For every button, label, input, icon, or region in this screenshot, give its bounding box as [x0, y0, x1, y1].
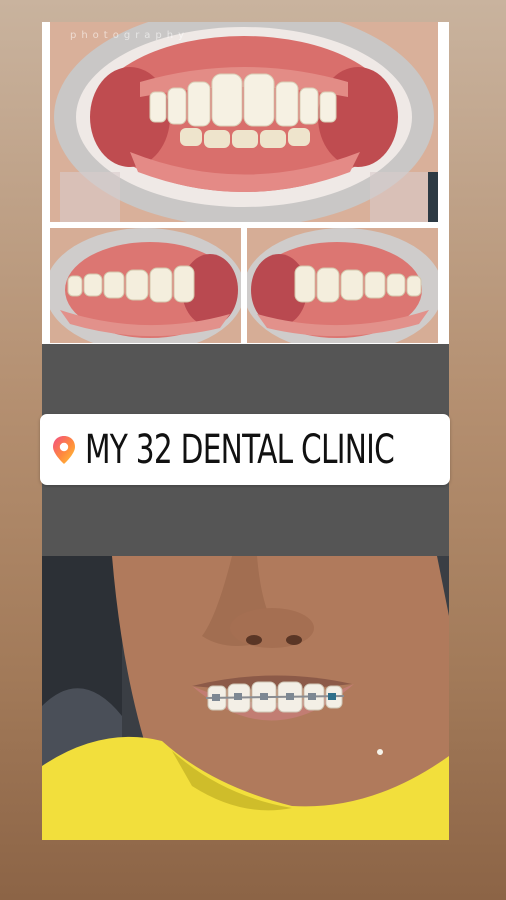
smile-with-braces-photo — [42, 556, 449, 840]
watermark-text: photography — [70, 30, 190, 41]
left-side-teeth-photo — [50, 228, 241, 343]
location-pin-icon — [51, 435, 77, 465]
front-teeth-photo: photography — [50, 22, 438, 222]
location-sticker[interactable]: MY 32 DENTAL CLINIC — [40, 414, 450, 485]
right-side-teeth-photo — [247, 228, 438, 343]
location-sticker-label: MY 32 DENTAL CLINIC — [85, 426, 395, 473]
